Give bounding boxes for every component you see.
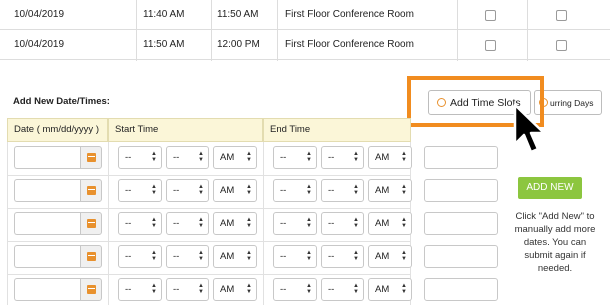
- grid-divider: [7, 241, 411, 242]
- start-hour-select[interactable]: -- ▲ ▼: [118, 179, 162, 202]
- start-ampm-select[interactable]: AM ▲ ▼: [213, 146, 257, 169]
- row-date: 10/04/2019: [14, 9, 65, 20]
- date-input[interactable]: [14, 146, 80, 169]
- calendar-button[interactable]: [80, 179, 102, 202]
- start-hour-select[interactable]: -- ▲ ▼: [118, 212, 162, 235]
- add-new-dates-label: Add New Date/Times:: [13, 96, 110, 107]
- calendar-button[interactable]: [80, 278, 102, 301]
- start-minute-select[interactable]: -- ▲ ▼: [166, 278, 209, 301]
- calendar-button[interactable]: [80, 212, 102, 235]
- row-start-time: 11:40 AM: [143, 9, 185, 20]
- grid-divider: [7, 274, 411, 275]
- calendar-button[interactable]: [80, 245, 102, 268]
- calendar-button[interactable]: [80, 146, 102, 169]
- grid-divider: [263, 142, 264, 305]
- extra-text-input[interactable]: [424, 278, 498, 301]
- grid-divider: [108, 142, 109, 305]
- end-minute-select[interactable]: -- ▲ ▼: [321, 146, 364, 169]
- end-ampm-select[interactable]: AM ▲ ▼: [368, 179, 412, 202]
- end-ampm-select[interactable]: AM ▲ ▼: [368, 146, 412, 169]
- date-input[interactable]: [14, 212, 80, 235]
- end-ampm-select[interactable]: AM ▲ ▼: [368, 278, 412, 301]
- extra-text-input[interactable]: [424, 179, 498, 202]
- end-hour-select[interactable]: -- ▲ ▼: [273, 146, 317, 169]
- start-ampm-select[interactable]: AM ▲ ▼: [213, 245, 257, 268]
- new-dates-grid: Date ( mm/dd/yyyy ) Start Time End Time …: [7, 118, 412, 305]
- date-input[interactable]: [14, 179, 80, 202]
- extra-text-input[interactable]: [424, 212, 498, 235]
- start-hour-select[interactable]: -- ▲ ▼: [118, 146, 162, 169]
- row-checkbox[interactable]: [556, 10, 567, 21]
- start-minute-select[interactable]: -- ▲ ▼: [166, 212, 209, 235]
- end-minute-select[interactable]: -- ▲ ▼: [321, 212, 364, 235]
- row-checkbox[interactable]: [485, 10, 496, 21]
- end-minute-select[interactable]: -- ▲ ▼: [321, 179, 364, 202]
- row-end-time: 12:00 PM: [217, 39, 260, 50]
- extra-text-input[interactable]: [424, 146, 498, 169]
- end-hour-select[interactable]: -- ▲ ▼: [273, 278, 317, 301]
- row-location: First Floor Conference Room: [285, 9, 414, 20]
- calendar-icon: [86, 219, 96, 228]
- row-end-time: 11:50 AM: [217, 9, 259, 20]
- row-location: First Floor Conference Room: [285, 39, 414, 50]
- calendar-icon: [86, 285, 96, 294]
- extra-text-input[interactable]: [424, 245, 498, 268]
- row-checkbox[interactable]: [556, 40, 567, 51]
- end-ampm-select[interactable]: AM ▲ ▼: [368, 212, 412, 235]
- calendar-icon: [86, 153, 96, 162]
- recurring-days-label: urring Days: [550, 97, 594, 108]
- end-minute-select[interactable]: -- ▲ ▼: [321, 245, 364, 268]
- grid-divider: [7, 175, 411, 176]
- end-hour-select[interactable]: -- ▲ ▼: [273, 245, 317, 268]
- row-checkbox[interactable]: [485, 40, 496, 51]
- end-minute-select[interactable]: -- ▲ ▼: [321, 278, 364, 301]
- start-ampm-select[interactable]: AM ▲ ▼: [213, 212, 257, 235]
- start-ampm-select[interactable]: AM ▲ ▼: [213, 179, 257, 202]
- date-input[interactable]: [14, 245, 80, 268]
- end-ampm-select[interactable]: AM ▲ ▼: [368, 245, 412, 268]
- start-minute-select[interactable]: -- ▲ ▼: [166, 146, 209, 169]
- start-ampm-select[interactable]: AM ▲ ▼: [213, 278, 257, 301]
- calendar-icon: [86, 186, 96, 195]
- header-start-time: Start Time: [108, 118, 263, 142]
- add-new-button[interactable]: ADD NEW: [518, 177, 582, 199]
- calendar-icon: [86, 252, 96, 261]
- table-row: 10/04/2019 11:50 AM 12:00 PM First Floor…: [0, 30, 610, 60]
- start-hour-select[interactable]: -- ▲ ▼: [118, 278, 162, 301]
- start-minute-select[interactable]: -- ▲ ▼: [166, 179, 209, 202]
- start-minute-select[interactable]: -- ▲ ▼: [166, 245, 209, 268]
- grid-divider: [7, 208, 411, 209]
- grid-divider: [7, 142, 8, 305]
- start-hour-select[interactable]: -- ▲ ▼: [118, 245, 162, 268]
- header-end-time: End Time: [263, 118, 411, 142]
- date-input[interactable]: [14, 278, 80, 301]
- end-hour-select[interactable]: -- ▲ ▼: [273, 212, 317, 235]
- help-text: Click "Add New" to manually add more dat…: [514, 211, 596, 274]
- row-date: 10/04/2019: [14, 39, 65, 50]
- header-date: Date ( mm/dd/yyyy ): [7, 118, 108, 142]
- end-hour-select[interactable]: -- ▲ ▼: [273, 179, 317, 202]
- row-start-time: 11:50 AM: [143, 39, 185, 50]
- table-row: 10/04/2019 11:40 AM 11:50 AM First Floor…: [0, 0, 610, 30]
- mouse-cursor-icon: [513, 103, 546, 154]
